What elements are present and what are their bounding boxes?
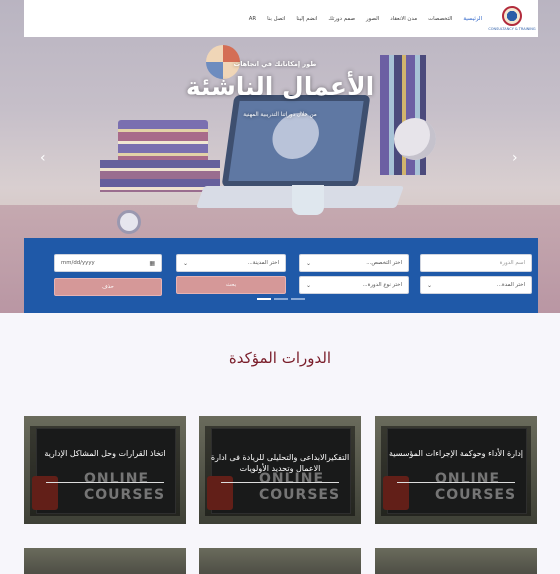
- chevron-right-icon[interactable]: ›: [512, 150, 518, 166]
- main-menu: الرئيسية التخصصات مدن الانعقاد الصور صمم…: [249, 16, 482, 22]
- course-card[interactable]: ONLINE COURSES التفكيرالابداعى والتحليلى…: [199, 416, 361, 524]
- navbar: CONSULTANCY & TRAINING الرئيسية التخصصات…: [24, 0, 538, 37]
- nav-contact[interactable]: اتصل بنا: [267, 16, 285, 22]
- hero-title: الأعمال الناشئة: [185, 72, 375, 101]
- nav-home[interactable]: الرئيسية: [463, 16, 482, 22]
- card-title[interactable]: التفكيرالابداعى والتحليلى للريادة فى ادا…: [209, 452, 351, 474]
- carousel-dot[interactable]: [274, 298, 288, 300]
- hero-clock: [117, 210, 141, 234]
- course-card[interactable]: ONLINE COURSES إدارة الأداء وحوكمة الإجر…: [375, 416, 537, 524]
- period-select-label: اختر المدة...: [496, 282, 525, 288]
- city-select-label: اختر المدينة...: [247, 260, 279, 266]
- hero-cup: [292, 185, 324, 215]
- nav-cities[interactable]: مدن الانعقاد: [390, 16, 417, 22]
- chevron-left-icon[interactable]: ‹: [40, 150, 46, 166]
- nav-photos[interactable]: الصور: [366, 16, 379, 22]
- section-title: الدورات المؤكدة: [228, 349, 332, 367]
- logo-caption: CONSULTANCY & TRAINING: [488, 27, 536, 31]
- logo-seal-icon: [502, 6, 522, 26]
- date-input[interactable]: mm/dd/yyyy ▦: [54, 254, 162, 272]
- nav-join-us[interactable]: انضم إلينا: [296, 16, 317, 22]
- search-button[interactable]: بحث: [176, 276, 286, 294]
- course-card-image: [375, 548, 537, 574]
- carousel-dot[interactable]: [257, 298, 271, 300]
- hero-subtitle: طور إمكاناتك في اتجاهات: [233, 60, 317, 68]
- chevron-down-icon: ⌄: [306, 259, 312, 267]
- course-type-select[interactable]: اختر نوع الدورة... ⌄: [299, 276, 409, 294]
- course-type-select-label: اختر نوع الدورة...: [362, 282, 402, 288]
- calendar-icon: ▦: [149, 259, 155, 267]
- period-select[interactable]: اختر المدة... ⌄: [420, 276, 532, 294]
- nav-design-course[interactable]: صمم دورتك: [328, 16, 355, 22]
- search-panel: اسم الدورة اختر التخصص... ⌄ اختر المدينة…: [24, 238, 538, 313]
- specialty-select-label: اختر التخصص...: [366, 260, 402, 266]
- carousel-dot[interactable]: [291, 298, 305, 300]
- card-overlay: [30, 426, 180, 516]
- course-name-input[interactable]: اسم الدورة: [420, 254, 532, 272]
- card-divider: [397, 482, 515, 483]
- chevron-down-icon: ⌄: [183, 259, 189, 267]
- card-overlay: [381, 426, 531, 516]
- card-title[interactable]: اتخاذ القرارات وحل المشاكل الإدارية: [34, 448, 176, 459]
- nav-specialties[interactable]: التخصصات: [428, 16, 452, 22]
- page: طور إمكاناتك في اتجاهات الأعمال الناشئة …: [0, 0, 560, 574]
- hero-screen-logo: [269, 113, 322, 159]
- delete-button[interactable]: حذف: [54, 278, 162, 296]
- card-divider: [221, 482, 339, 483]
- card-divider: [46, 482, 164, 483]
- course-card-partial[interactable]: [199, 548, 361, 574]
- site-logo[interactable]: CONSULTANCY & TRAINING: [488, 4, 536, 34]
- card-title[interactable]: إدارة الأداء وحوكمة الإجراءات المؤسسية: [385, 448, 527, 459]
- course-name-placeholder: اسم الدورة: [499, 260, 525, 266]
- date-placeholder: mm/dd/yyyy: [61, 260, 95, 266]
- course-card-partial[interactable]: [24, 548, 186, 574]
- chevron-down-icon: ⌄: [306, 281, 312, 289]
- course-card-partial[interactable]: [375, 548, 537, 574]
- hero-laptop-screen: [221, 95, 371, 187]
- course-card-image: [24, 548, 186, 574]
- course-card[interactable]: ONLINE COURSES اتخاذ القرارات وحل المشاك…: [24, 416, 186, 524]
- hero-description: من خلال دوراتنا التدريبية المهنية: [243, 112, 317, 118]
- hero-skull: [394, 118, 436, 160]
- city-select[interactable]: اختر المدينة... ⌄: [176, 254, 286, 272]
- nav-language[interactable]: AR: [249, 16, 256, 22]
- hero-book-stack: [100, 160, 220, 192]
- carousel-indicators: [257, 298, 305, 300]
- chevron-down-icon: ⌄: [427, 281, 433, 289]
- specialty-select[interactable]: اختر التخصص... ⌄: [299, 254, 409, 272]
- course-card-image: [199, 548, 361, 574]
